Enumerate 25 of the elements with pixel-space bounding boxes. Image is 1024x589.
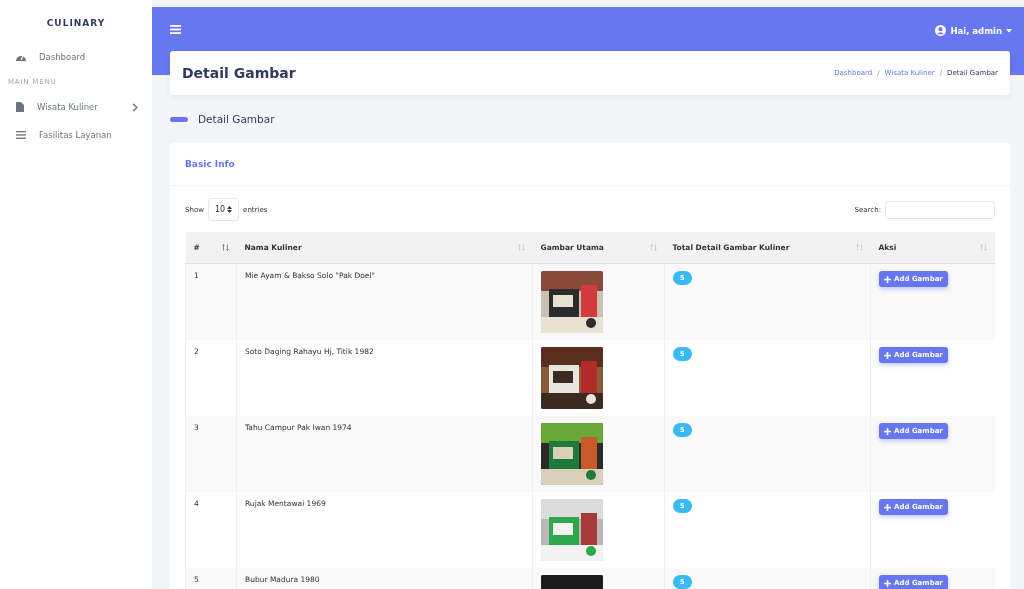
sidebar-link[interactable]: Dashboard — [39, 52, 138, 62]
menu-icon — [16, 131, 26, 139]
sort-arrows-icon[interactable] — [227, 206, 233, 213]
section-marker — [170, 116, 188, 122]
sidebar-link[interactable]: Fasilitas Layanan — [39, 130, 138, 140]
section-title: Detail Gambar — [198, 113, 275, 125]
page-title: Detail Gambar — [182, 65, 296, 81]
menu-icon[interactable] — [170, 25, 181, 34]
entries-select[interactable]: 10 — [207, 198, 240, 221]
plus-icon[interactable] — [884, 503, 891, 511]
user-avatar-icon[interactable] — [935, 25, 947, 36]
brand-title: CULINARY — [45, 18, 107, 28]
plus-icon[interactable] — [884, 275, 891, 283]
user-menu[interactable]: Hai, admin — [950, 25, 1002, 36]
sidebar-link[interactable]: Wisata Kuliner — [37, 102, 132, 112]
plus-icon[interactable] — [884, 579, 891, 587]
chevron-right-icon[interactable] — [132, 102, 138, 112]
plus-icon[interactable] — [884, 427, 891, 435]
file-icon — [16, 102, 24, 112]
plus-icon[interactable] — [884, 351, 891, 359]
search-field[interactable] — [885, 200, 995, 219]
sort-icon[interactable] — [221, 244, 229, 251]
card-title: Basic Info — [185, 159, 235, 169]
caret-down-icon[interactable] — [1006, 28, 1012, 33]
dashboard-icon — [16, 53, 26, 61]
